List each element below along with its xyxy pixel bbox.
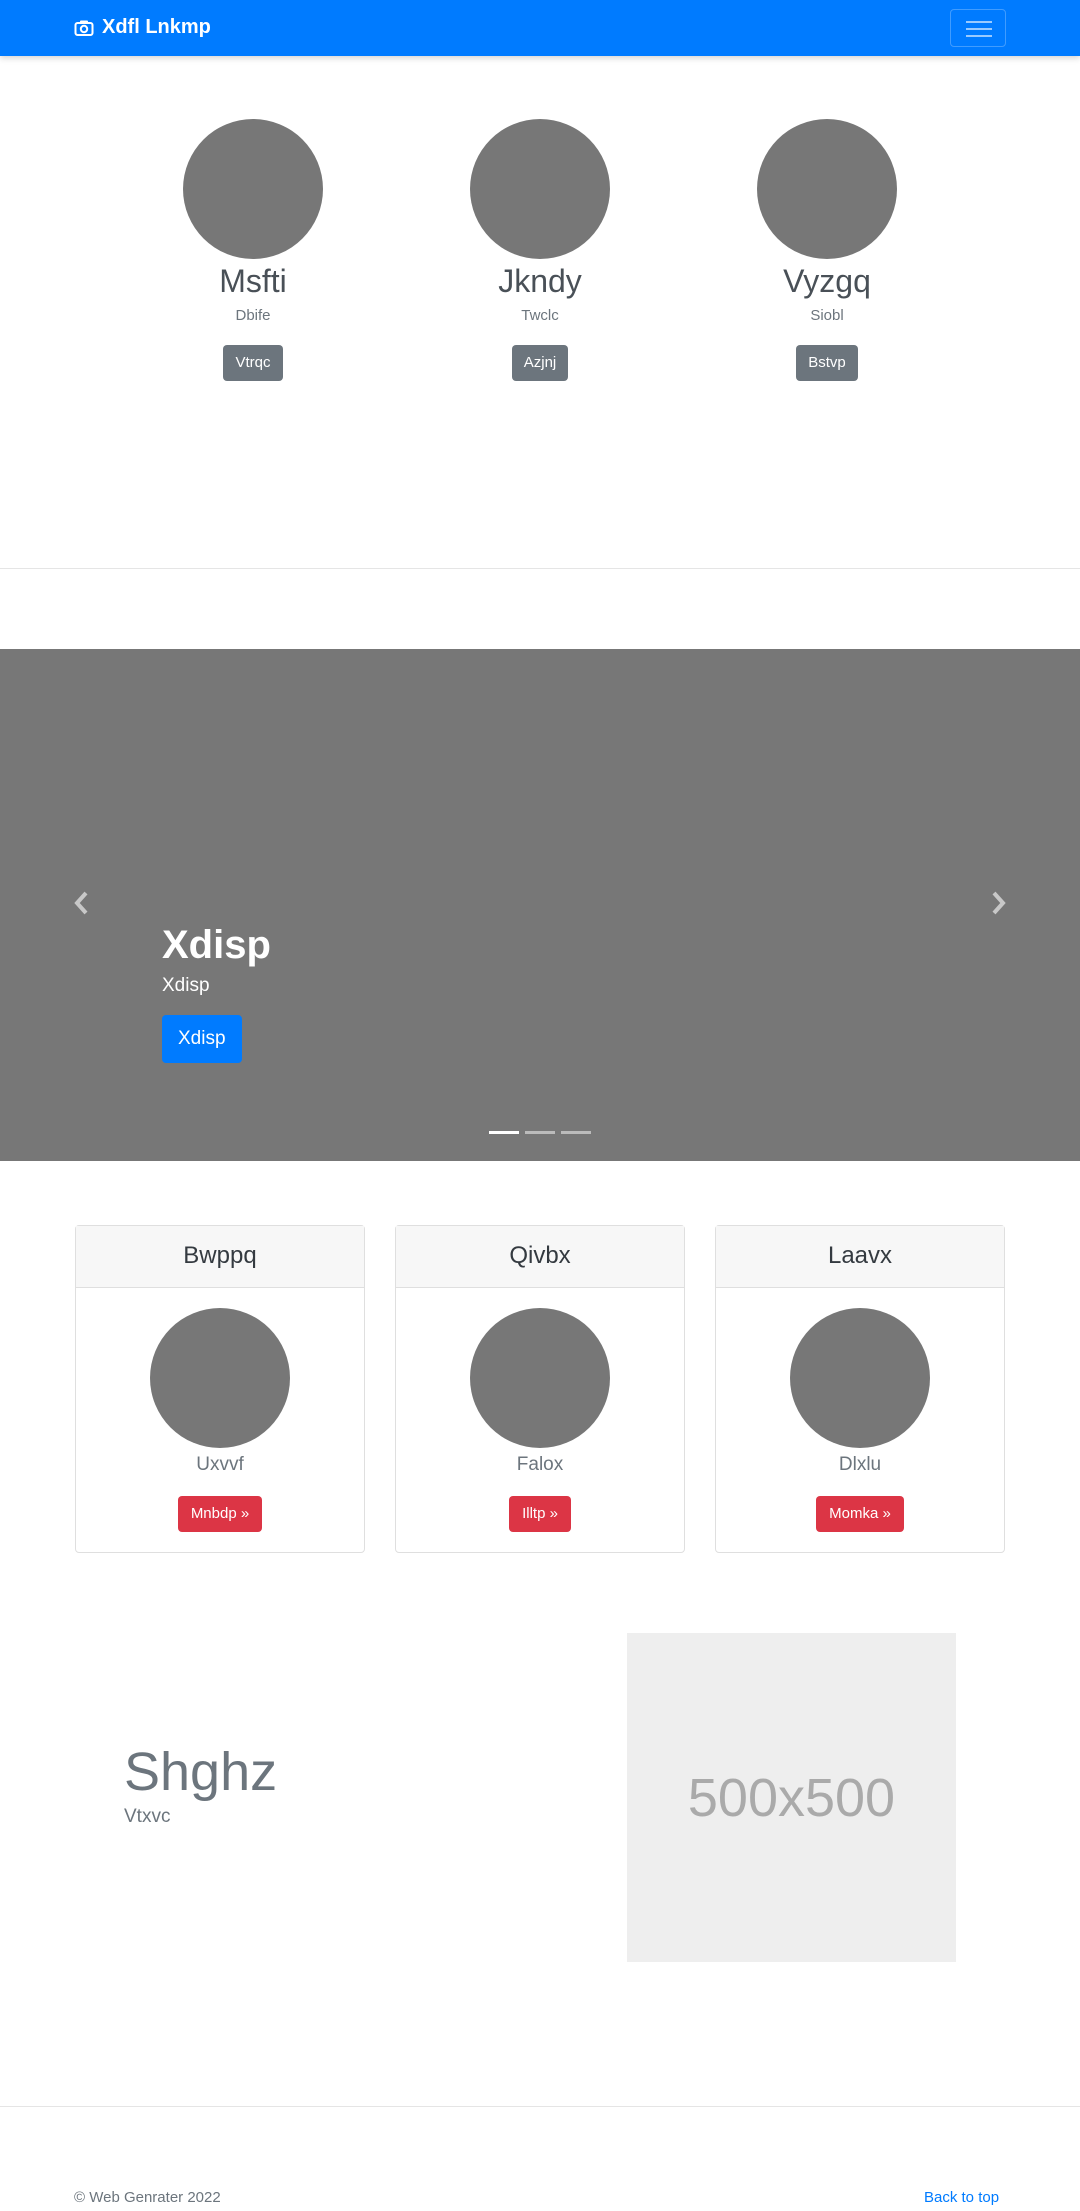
hamburger-line [966, 28, 992, 30]
team-member-button[interactable]: Bstvp [796, 345, 858, 381]
card-button[interactable]: Mnbdp » [177, 1496, 263, 1532]
team-member: Jkndy Twclc Azjnj [430, 119, 650, 381]
card-text: Falox [516, 1454, 564, 1475]
card-button[interactable]: Momka » [816, 1496, 904, 1532]
carousel-title: Xdisp [162, 923, 271, 967]
team-member-name: Msfti [219, 263, 287, 299]
feature-description: Vtxvc [124, 1806, 171, 1827]
team-member: Vyzgq Siobl Bstvp [717, 119, 937, 381]
back-to-top-link[interactable]: Back to top [924, 2189, 999, 2206]
team-member-role: Twclc [521, 307, 559, 324]
team-member-name: Jkndy [498, 263, 582, 299]
navbar-toggler-button[interactable] [950, 9, 1006, 47]
carousel-indicator[interactable] [525, 1131, 555, 1134]
team-member-button[interactable]: Azjnj [511, 345, 569, 381]
team-member-name: Vyzgq [783, 263, 871, 299]
team-member-role: Dbife [235, 307, 271, 324]
card: Qivbx Falox Illtp » [395, 1225, 685, 1553]
brand-link[interactable]: Xdfl Lnkmp [74, 16, 211, 39]
section-divider [0, 568, 1080, 569]
carousel: Xdisp Xdisp Xdisp [0, 649, 1080, 1161]
carousel-caption: Xdisp Xdisp Xdisp [162, 921, 271, 1063]
team-member: Msfti Dbife Vtrqc [143, 119, 363, 381]
hamburger-line [966, 35, 992, 37]
placeholder-label: 500x500 [687, 1767, 896, 1828]
brand-text: Xdfl Lnkmp [102, 16, 211, 38]
carousel-subtitle: Xdisp [162, 975, 210, 996]
avatar [790, 1308, 930, 1448]
feature-image-placeholder: 500x500 [627, 1633, 956, 1962]
avatar [150, 1308, 290, 1448]
feature-heading: Shghz [124, 1742, 278, 1802]
card-button[interactable]: Illtp » [509, 1496, 571, 1532]
card: Laavx Dlxlu Momka » [715, 1225, 1005, 1553]
avatar [470, 1308, 610, 1448]
carousel-indicators [489, 1131, 591, 1134]
footer-copyright: © Web Genrater 2022 [74, 2189, 221, 2206]
carousel-indicator[interactable] [561, 1131, 591, 1134]
card: Bwppq Uxvvf Mnbdp » [75, 1225, 365, 1553]
chevron-right-icon[interactable] [986, 889, 1010, 917]
card-body: Dlxlu Momka » [716, 1308, 1004, 1532]
card-header: Bwppq [76, 1226, 364, 1288]
card-header: Laavx [716, 1226, 1004, 1288]
card-header: Qivbx [396, 1226, 684, 1288]
hamburger-menu-icon [966, 21, 992, 23]
team-member-button[interactable]: Vtrqc [223, 345, 283, 381]
card-body: Uxvvf Mnbdp » [76, 1308, 364, 1532]
chevron-left-icon[interactable] [70, 889, 94, 917]
feature-text: Shghz Vtxvc [124, 1740, 277, 1828]
carousel-cta-button[interactable]: Xdisp [162, 1015, 242, 1063]
carousel-indicator[interactable] [489, 1131, 519, 1134]
navbar: Xdfl Lnkmp [0, 0, 1080, 56]
section-divider [0, 2106, 1080, 2107]
team-member-role: Siobl [810, 307, 844, 324]
avatar [757, 119, 897, 259]
camera-icon [74, 20, 94, 36]
avatar [183, 119, 323, 259]
card-text: Uxvvf [196, 1454, 244, 1475]
avatar [470, 119, 610, 259]
card-body: Falox Illtp » [396, 1308, 684, 1532]
card-text: Dlxlu [838, 1454, 882, 1475]
